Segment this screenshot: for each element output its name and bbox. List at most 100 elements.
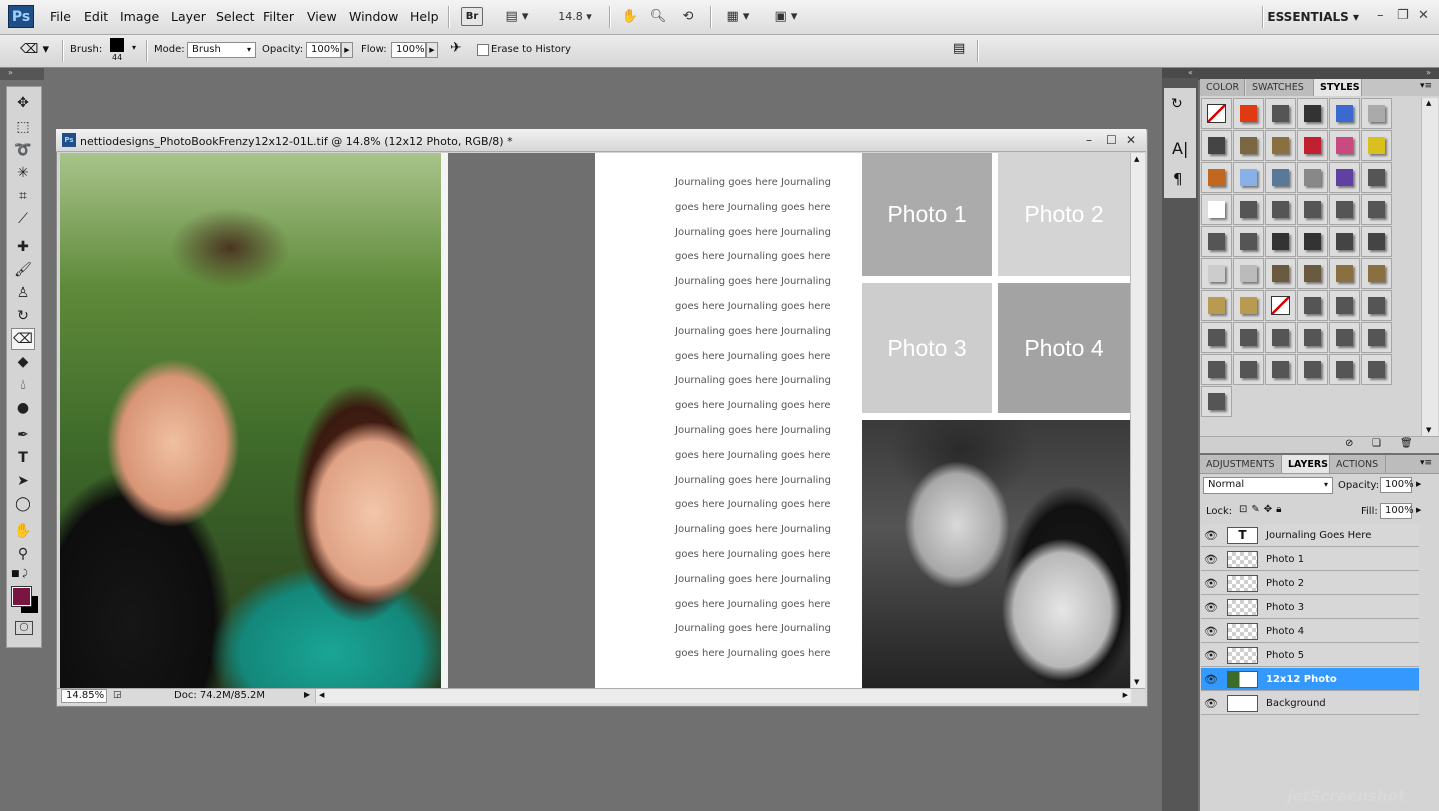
layers-menu-icon[interactable]: ▾≡ [1420,458,1432,468]
eye-icon[interactable]: 👁︎ [1201,577,1221,590]
lock-options-icons[interactable]: ⊡✎✥🔒︎ [1239,504,1285,515]
style-swatch[interactable] [1265,98,1296,129]
swap-colors-icon[interactable]: ■ ⤸ [11,569,28,579]
document-horizontal-scrollbar[interactable]: ◀ ▶ [315,689,1131,703]
crop-tool-icon[interactable]: ⌗ [11,185,35,207]
hand-tool-icon[interactable]: ✋ [620,7,640,26]
flow-slider-button[interactable]: ▶ [426,42,438,58]
paint-bucket-tool-icon[interactable]: ◆ [11,351,35,373]
style-swatch[interactable] [1361,194,1392,225]
style-swatch[interactable] [1201,194,1232,225]
close-icon[interactable]: ✕ [1418,8,1429,23]
screen-mode-button[interactable]: ▣ ▾ [768,7,804,26]
magic-wand-tool-icon[interactable]: ✳ [11,162,35,184]
layer-row[interactable]: 👁︎ Photo 2 [1201,572,1419,595]
palette-toggle-icon[interactable]: ▤ [953,41,965,56]
mode-select[interactable]: Brush ▾ [187,42,256,58]
style-swatch[interactable] [1329,130,1360,161]
history-panel-icon[interactable]: ↻ [1171,96,1183,112]
menu-filter[interactable]: Filter [263,9,294,24]
healing-brush-tool-icon[interactable]: ✚ [11,236,35,258]
style-swatch[interactable] [1201,226,1232,257]
pen-tool-icon[interactable]: ✒ [11,424,35,446]
shape-tool-icon[interactable]: ◯ [11,493,35,515]
fill-arrow-icon[interactable]: ▶ [1416,506,1421,514]
document-vertical-scrollbar[interactable]: ▲ ▼ [1130,153,1145,688]
clear-style-icon[interactable]: ⊘ [1345,438,1353,449]
zoom-level-dropdown[interactable]: 14.8 ▾ [553,7,597,26]
menu-select[interactable]: Select [216,9,255,24]
lasso-tool-icon[interactable]: ➰ [11,139,35,161]
layer-row[interactable]: 👁︎ Photo 4 [1201,620,1419,643]
style-swatch[interactable] [1361,258,1392,289]
style-swatch[interactable] [1233,162,1264,193]
status-menu-arrow-icon[interactable]: ▶ [304,690,310,699]
style-swatch[interactable] [1201,322,1232,353]
tab-layers[interactable]: LAYERS [1282,455,1330,473]
workspace-switcher[interactable]: ESSENTIALS ▾ [1267,10,1359,24]
opacity-slider-button[interactable]: ▶ [341,42,353,58]
doc-minimize-icon[interactable]: – [1086,133,1092,147]
hand-tool-icon[interactable]: ✋ [11,520,35,542]
style-swatch-none[interactable] [1201,98,1232,129]
style-swatch[interactable] [1329,226,1360,257]
tab-actions[interactable]: ACTIONS [1330,455,1386,473]
doc-maximize-icon[interactable]: ☐ [1106,133,1117,147]
style-swatch[interactable] [1265,162,1296,193]
style-swatch[interactable] [1265,130,1296,161]
style-swatch[interactable] [1297,354,1328,385]
tab-styles[interactable]: STYLES [1314,79,1362,96]
style-swatch[interactable] [1329,290,1360,321]
move-tool-icon[interactable]: ✥ [11,92,35,114]
style-swatch[interactable] [1297,98,1328,129]
layer-row-selected[interactable]: 👁︎ 12x12 Photo [1201,668,1419,691]
photoshop-logo[interactable]: Ps [8,5,34,28]
panel-menu-icon[interactable]: ▾≡ [1420,81,1432,91]
erase-history-checkbox[interactable] [477,44,489,56]
blend-mode-select[interactable]: Normal ▾ [1203,477,1333,494]
style-swatch[interactable] [1361,98,1392,129]
styles-scrollbar[interactable]: ▲ ▼ [1421,98,1438,436]
style-swatch[interactable] [1297,162,1328,193]
view-extras-button[interactable]: ▤ ▾ [500,7,534,26]
fill-field[interactable]: 100% [1380,503,1414,519]
bridge-button[interactable]: Br [461,7,483,26]
eye-icon[interactable]: 👁︎ [1201,673,1221,686]
tab-adjustments[interactable]: ADJUSTMENTS [1200,455,1282,473]
style-swatch[interactable] [1297,290,1328,321]
character-panel-icon[interactable]: A| [1172,139,1188,158]
eye-icon[interactable]: 👁︎ [1201,625,1221,638]
restore-icon[interactable]: ❐ [1397,8,1409,23]
style-swatch[interactable] [1297,130,1328,161]
arrange-documents-button[interactable]: ▦ ▾ [720,7,756,26]
style-swatch[interactable] [1233,354,1264,385]
brush-preview[interactable] [110,38,124,52]
style-swatch[interactable] [1265,258,1296,289]
eyedropper-tool-icon[interactable]: ⟋ [11,208,35,230]
toolbar-collapse-bar[interactable]: » [0,68,44,80]
tab-color[interactable]: COLOR [1200,79,1245,96]
status-info-icon[interactable]: ◲ [113,690,122,700]
layer-row[interactable]: 👁︎ Background [1201,692,1419,715]
foreground-color-swatch[interactable] [11,586,32,607]
layer-row[interactable]: 👁︎ T Journaling Goes Here [1201,524,1419,547]
eye-icon[interactable]: 👁︎ [1201,529,1221,542]
eraser-tool-preset-icon[interactable]: ⌫ ▾ [20,42,56,60]
style-swatch[interactable] [1201,290,1232,321]
menu-edit[interactable]: Edit [84,9,108,24]
menu-view[interactable]: View [307,9,337,24]
dodge-tool-icon[interactable]: ● [11,397,35,419]
eye-icon[interactable]: 👁︎ [1201,601,1221,614]
style-swatch[interactable] [1201,258,1232,289]
zoom-tool-icon[interactable]: 🔍︎ [648,7,668,26]
menu-image[interactable]: Image [120,9,159,24]
history-brush-tool-icon[interactable]: ↻ [11,305,35,327]
flow-field[interactable]: 100% [391,42,426,58]
style-swatch[interactable] [1361,322,1392,353]
marquee-tool-icon[interactable]: ⬚ [11,116,35,138]
new-style-icon[interactable]: ❏ [1372,438,1381,449]
layer-opacity-field[interactable]: 100% [1380,477,1414,493]
document-canvas[interactable]: Journaling goes here Journaling goes here… [60,153,1130,688]
style-swatch-none[interactable] [1265,290,1296,321]
style-swatch[interactable] [1329,98,1360,129]
